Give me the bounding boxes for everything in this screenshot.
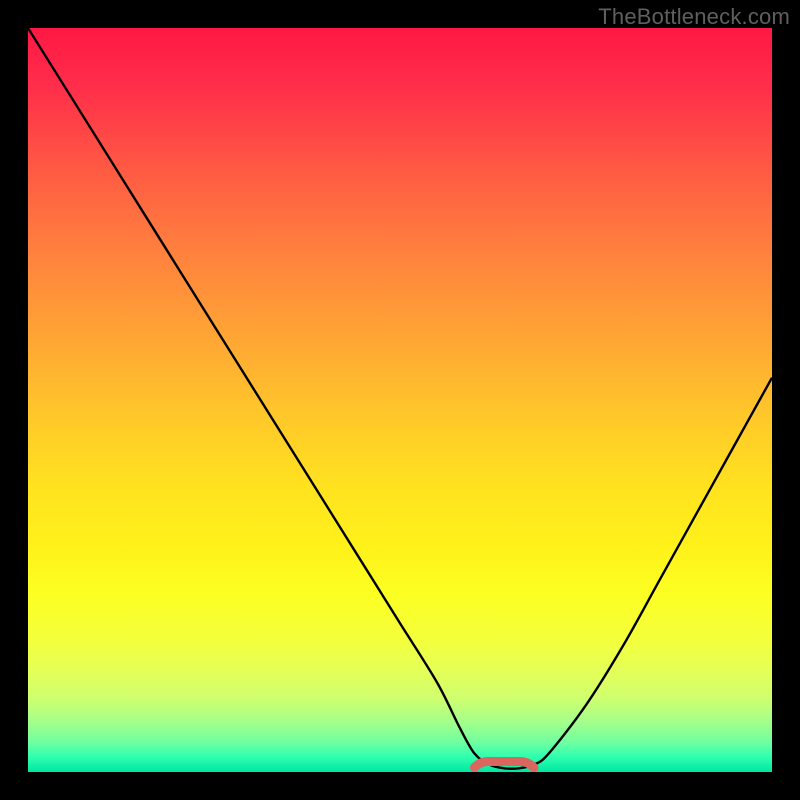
chart-frame: TheBottleneck.com <box>0 0 800 800</box>
watermark-text: TheBottleneck.com <box>598 4 790 30</box>
bottleneck-curve <box>28 28 772 769</box>
plot-area <box>28 28 772 772</box>
optimal-marker <box>474 762 534 768</box>
curve-svg <box>28 28 772 772</box>
